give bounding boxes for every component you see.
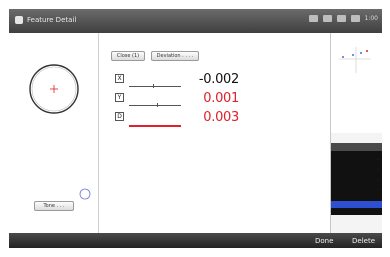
x-value: -0.002: [198, 72, 239, 87]
nav-circle-icon[interactable]: [79, 188, 91, 200]
y-deviation-track: [129, 105, 181, 106]
signal-icon: [350, 15, 360, 22]
tone-button[interactable]: Tone . . .: [34, 201, 74, 211]
d-deviation-bar: [129, 125, 181, 127]
selected-feature-row[interactable]: [331, 201, 382, 208]
axis-y-label: Y: [115, 93, 124, 102]
mini-map-drawing: [339, 47, 371, 73]
delete-button[interactable]: Delete: [352, 233, 375, 248]
feature-list-header: [331, 143, 382, 151]
feature-view-panel: Tone . . .: [9, 33, 99, 233]
d-value: 0.003: [203, 110, 239, 125]
title-bar: Feature Detail 1:00: [9, 9, 382, 33]
system-tray: 1:00: [308, 15, 378, 22]
x-deviation-track: [129, 86, 181, 87]
volume-icon: [336, 15, 346, 22]
feature-list-item[interactable]: ·: [378, 157, 379, 161]
axis-d-label: D: [115, 112, 124, 121]
window-title: Feature Detail: [27, 16, 77, 24]
mini-map-view: [331, 33, 382, 133]
side-panel: · · · ·: [331, 33, 382, 233]
content-area: Tone . . . Close (1) Deviation . . . . X…: [9, 33, 382, 233]
feature-list-item[interactable]: ·: [378, 177, 379, 181]
network-icon: [322, 15, 332, 22]
feature-list-item[interactable]: ·: [378, 187, 379, 191]
clock: 1:00: [364, 15, 378, 22]
axis-x-label: X: [115, 74, 124, 83]
bottom-bar: Done Delete: [9, 233, 382, 248]
feature-list-item[interactable]: ·: [378, 167, 379, 171]
measurement-panel: Close (1) Deviation . . . . X -0.002 Y 0…: [99, 33, 331, 233]
deviation-button[interactable]: Deviation . . . .: [151, 51, 199, 61]
done-button[interactable]: Done: [315, 233, 333, 248]
feature-list[interactable]: · · · ·: [331, 143, 382, 215]
y-value: 0.001: [203, 91, 239, 106]
app-icon: [15, 16, 23, 24]
close-button[interactable]: Close (1): [111, 51, 145, 61]
battery-icon: [308, 15, 318, 22]
app-window: Feature Detail 1:00 Tone . . . Close (1)…: [9, 9, 382, 248]
